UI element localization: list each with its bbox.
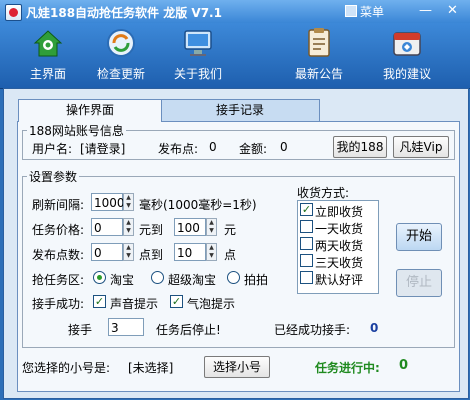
toolbar-update-label: 检查更新	[96, 67, 145, 81]
settings-legend: 设置参数	[29, 170, 78, 184]
zone-paipai-label: 拍拍	[244, 273, 269, 287]
selected-account-value: [未选择]	[128, 361, 174, 375]
points-from-spinner[interactable]: ▲ ▼	[123, 243, 134, 261]
stop-count-input[interactable]: 3	[108, 318, 144, 336]
account-info-legend: 188网站账号信息	[29, 124, 124, 138]
interval-spinner[interactable]: ▲ ▼	[123, 193, 134, 211]
toolbar: 主界面 检查更新 关于我们 最新公告 我的建议	[0, 23, 470, 89]
task-status-label: 任务进行中:	[315, 361, 380, 375]
toolbar-notice-label: 最新公告	[294, 67, 343, 81]
app-logo-icon	[5, 4, 22, 21]
receipt-checkbox-default-review[interactable]	[300, 271, 313, 284]
toolbar-update-button[interactable]: 检查更新	[81, 27, 161, 82]
interval-input[interactable]: 1000	[91, 193, 125, 211]
zone-label: 抢任务区:	[32, 273, 85, 287]
operation-pane: 188网站账号信息 用户名: [请登录] 发布点: 0 金额: 0 我的188 …	[17, 121, 460, 392]
receipt-checkbox-three-days[interactable]	[300, 254, 313, 267]
menu-label: 菜单	[360, 4, 385, 19]
zone-super-taobao-label: 超级淘宝	[168, 273, 217, 287]
menu-button[interactable]: 菜单	[345, 3, 384, 19]
price-to-label: 元到	[139, 223, 164, 237]
notice-icon	[308, 28, 330, 57]
main-window: 凡娃188自动抢任务软件 龙版 V7.1 菜单 — ✕ 主界面 检查更新 关于我…	[0, 0, 470, 400]
amount-value: 0	[280, 140, 288, 154]
client-area: 操作界面 接手记录 188网站账号信息 用户名: [请登录] 发布点: 0 金额…	[3, 88, 469, 399]
receipt-checkbox-two-days[interactable]	[300, 237, 313, 250]
toolbar-notice-button[interactable]: 最新公告	[279, 27, 359, 82]
publish-points-label: 发布点数:	[32, 248, 85, 262]
price-unit: 元	[224, 223, 237, 237]
toolbar-suggestion-button[interactable]: 我的建议	[367, 27, 447, 82]
stop-label-pre: 接手	[68, 323, 93, 337]
toolbar-home-label: 主界面	[29, 67, 66, 81]
zone-radio-super-taobao[interactable]	[151, 271, 164, 284]
price-from-input[interactable]: 0	[91, 218, 123, 236]
bubble-checkbox[interactable]: ✓	[170, 295, 183, 308]
toolbar-suggestion-label: 我的建议	[382, 67, 431, 81]
username-value: [请登录]	[80, 142, 126, 156]
stop-label-post: 任务后停止!	[156, 323, 221, 337]
receipt-two-days-label: 两天收货	[315, 239, 364, 253]
interval-unit: 毫秒(1000毫秒=1秒)	[139, 198, 257, 212]
success-label: 接手成功:	[32, 297, 85, 311]
receipt-checkbox-immediate[interactable]: ✓	[300, 203, 313, 216]
zone-radio-taobao[interactable]	[93, 271, 106, 284]
home-icon	[33, 30, 63, 57]
minimize-button[interactable]: —	[418, 3, 433, 18]
points-to-label: 点到	[139, 248, 164, 262]
close-button[interactable]: ✕	[445, 3, 460, 18]
points-label: 发布点:	[158, 142, 199, 156]
tab-operation[interactable]: 操作界面	[18, 99, 162, 122]
zone-taobao-label: 淘宝	[110, 273, 135, 287]
vip-button[interactable]: 凡娃Vip	[393, 136, 449, 158]
task-status-value: 0	[399, 358, 409, 373]
suggestion-icon	[393, 32, 421, 56]
tab-records[interactable]: 接手记录	[160, 99, 320, 121]
stop-button[interactable]: 停止	[396, 269, 442, 297]
selected-account-label: 您选择的小号是:	[22, 361, 111, 375]
toolbar-home-button[interactable]: 主界面	[8, 27, 88, 82]
price-label: 任务价格:	[32, 223, 85, 237]
amount-label: 金额:	[239, 142, 268, 156]
my188-button[interactable]: 我的188	[333, 136, 387, 158]
sound-label: 声音提示	[110, 297, 159, 311]
bubble-label: 气泡提示	[187, 297, 236, 311]
sound-checkbox[interactable]: ✓	[93, 295, 106, 308]
monitor-icon	[184, 30, 212, 56]
toolbar-about-label: 关于我们	[173, 67, 222, 81]
receipt-title: 收货方式:	[297, 186, 350, 200]
toolbar-about-button[interactable]: 关于我们	[158, 27, 238, 82]
receipt-immediate-label: 立即收货	[315, 205, 364, 219]
receipt-checkbox-one-day[interactable]	[300, 220, 313, 233]
zone-radio-paipai[interactable]	[227, 271, 240, 284]
title-bar: 凡娃188自动抢任务软件 龙版 V7.1 菜单 — ✕	[0, 0, 470, 23]
success-count-label: 已经成功接手:	[274, 323, 351, 337]
points-value: 0	[209, 140, 217, 154]
receipt-one-day-label: 一天收货	[315, 222, 364, 236]
price-from-spinner[interactable]: ▲ ▼	[123, 218, 134, 236]
menu-icon	[345, 5, 357, 17]
start-button[interactable]: 开始	[396, 223, 442, 251]
receipt-default-review-label: 默认好评	[315, 273, 364, 287]
price-to-input[interactable]: 100	[174, 218, 206, 236]
username-label: 用户名:	[32, 142, 73, 156]
interval-label: 刷新间隔:	[32, 198, 85, 212]
points-from-input[interactable]: 0	[91, 243, 123, 261]
points-to-spinner[interactable]: ▲ ▼	[206, 243, 217, 261]
points-unit: 点	[224, 248, 237, 262]
success-count-value: 0	[370, 321, 379, 335]
receipt-three-days-label: 三天收货	[315, 256, 364, 270]
update-icon	[107, 29, 135, 57]
points-to-input[interactable]: 10	[174, 243, 206, 261]
window-title: 凡娃188自动抢任务软件 龙版 V7.1	[26, 6, 222, 20]
price-to-spinner[interactable]: ▲ ▼	[206, 218, 217, 236]
select-account-button[interactable]: 选择小号	[204, 356, 270, 378]
